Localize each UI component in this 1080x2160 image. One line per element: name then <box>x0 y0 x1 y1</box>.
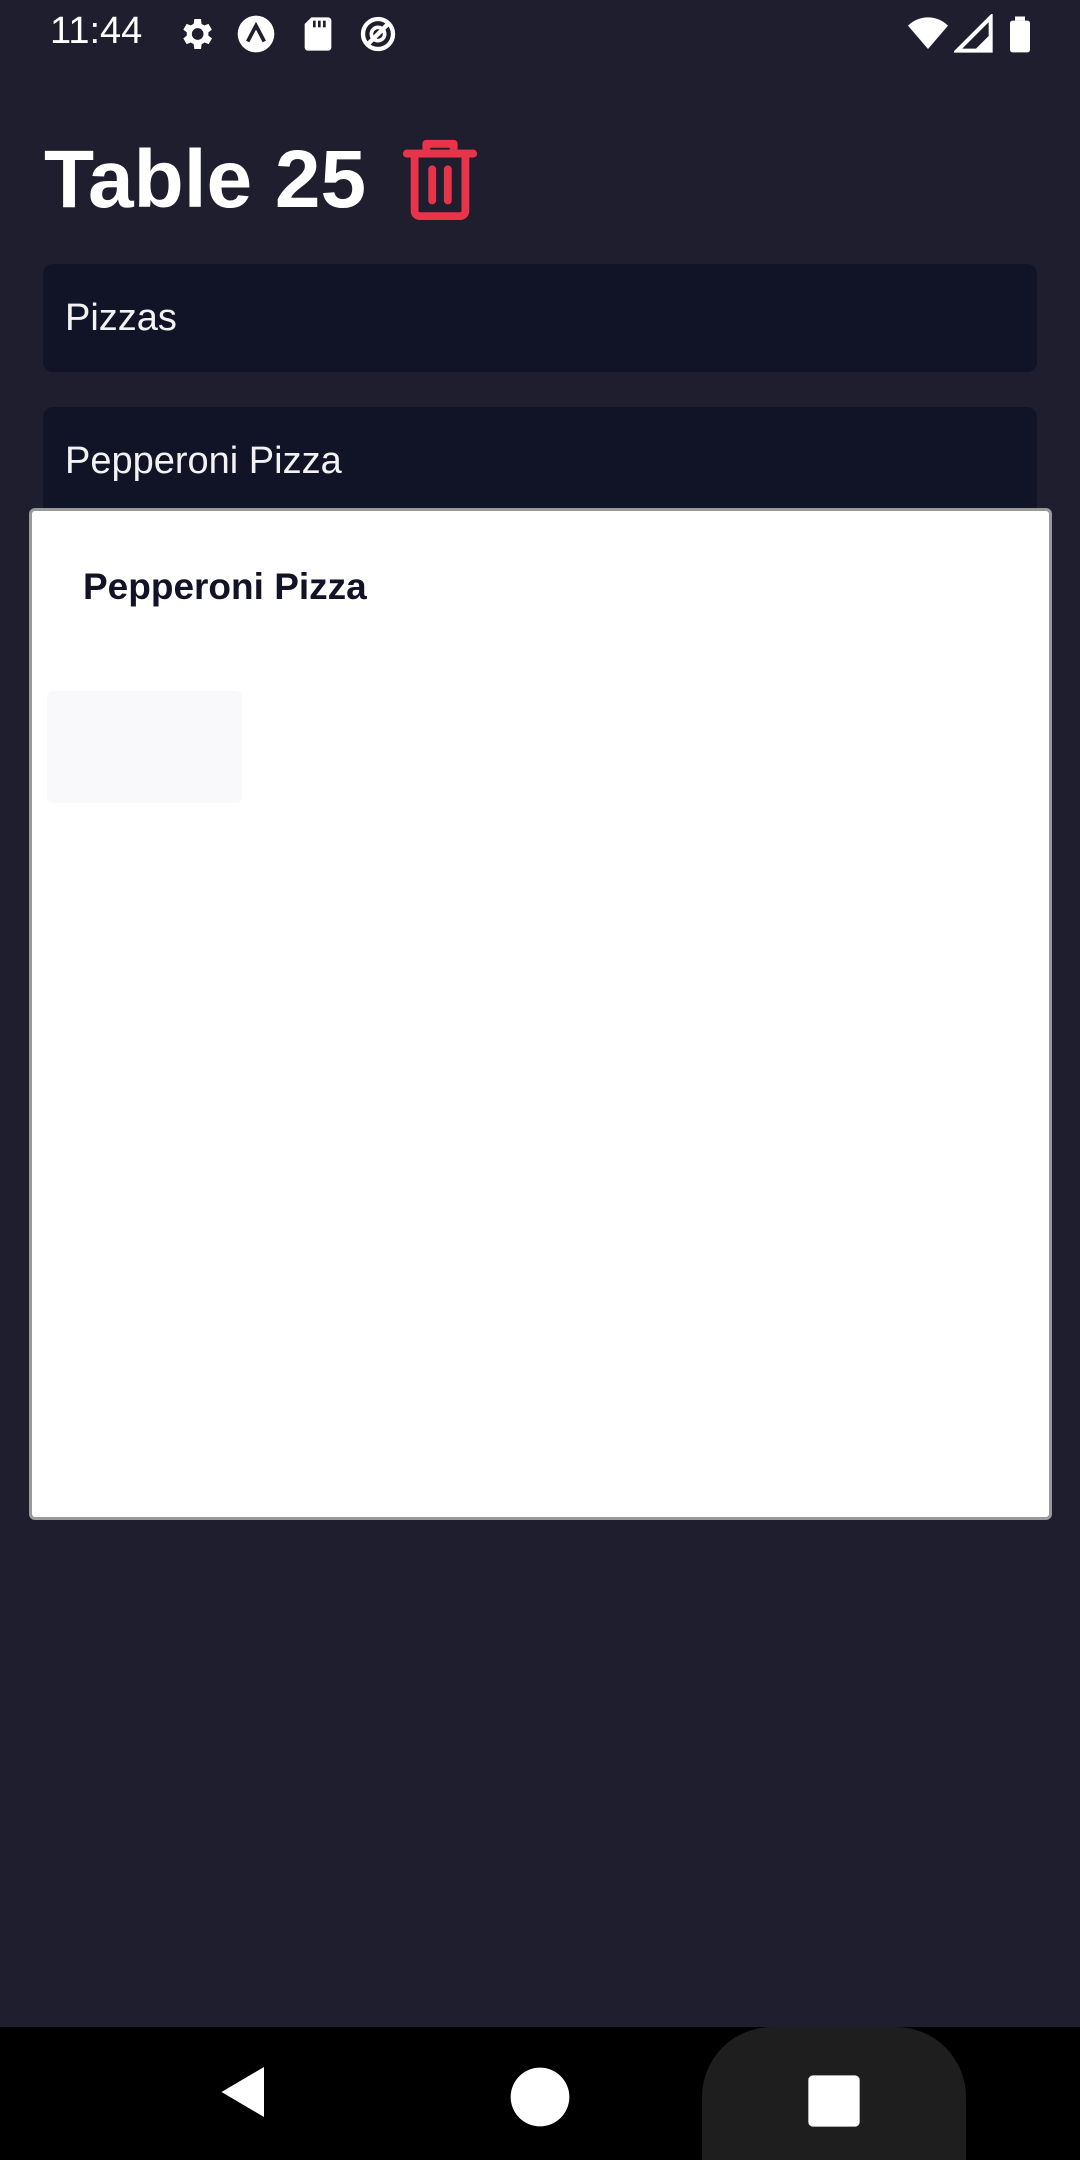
status-bar: 11:44 <box>0 0 1080 66</box>
recents-icon <box>806 2073 862 2129</box>
category-label: Pizzas <box>65 297 177 339</box>
page-title: Table 25 <box>44 134 367 225</box>
expo-icon <box>236 14 276 54</box>
menu-item-row-pepperoni-pizza[interactable]: Pepperoni Pizza <box>43 407 1037 515</box>
item-detail-modal: Pepperoni Pizza <box>29 508 1052 1520</box>
faded-background-box <box>47 691 242 803</box>
modal-title: Pepperoni Pizza <box>83 566 367 607</box>
back-button[interactable] <box>214 2061 274 2123</box>
no-sync-icon <box>358 14 398 54</box>
home-button[interactable] <box>508 2065 572 2129</box>
signal-icon <box>954 14 994 54</box>
trash-icon <box>400 136 480 222</box>
menu-item-label: Pepperoni Pizza <box>65 440 342 482</box>
delete-table-button[interactable] <box>400 136 480 222</box>
home-icon <box>508 2065 572 2129</box>
sd-card-icon <box>298 14 338 54</box>
status-time: 11:44 <box>50 10 143 52</box>
category-row-pizzas[interactable]: Pizzas <box>43 264 1037 372</box>
gear-icon <box>176 14 216 54</box>
wifi-icon <box>908 14 948 54</box>
recents-button[interactable] <box>806 2073 862 2129</box>
faded-background-text <box>52 607 63 652</box>
navigation-bar <box>0 2027 1080 2160</box>
battery-icon <box>1000 14 1040 54</box>
back-icon <box>214 2061 274 2123</box>
